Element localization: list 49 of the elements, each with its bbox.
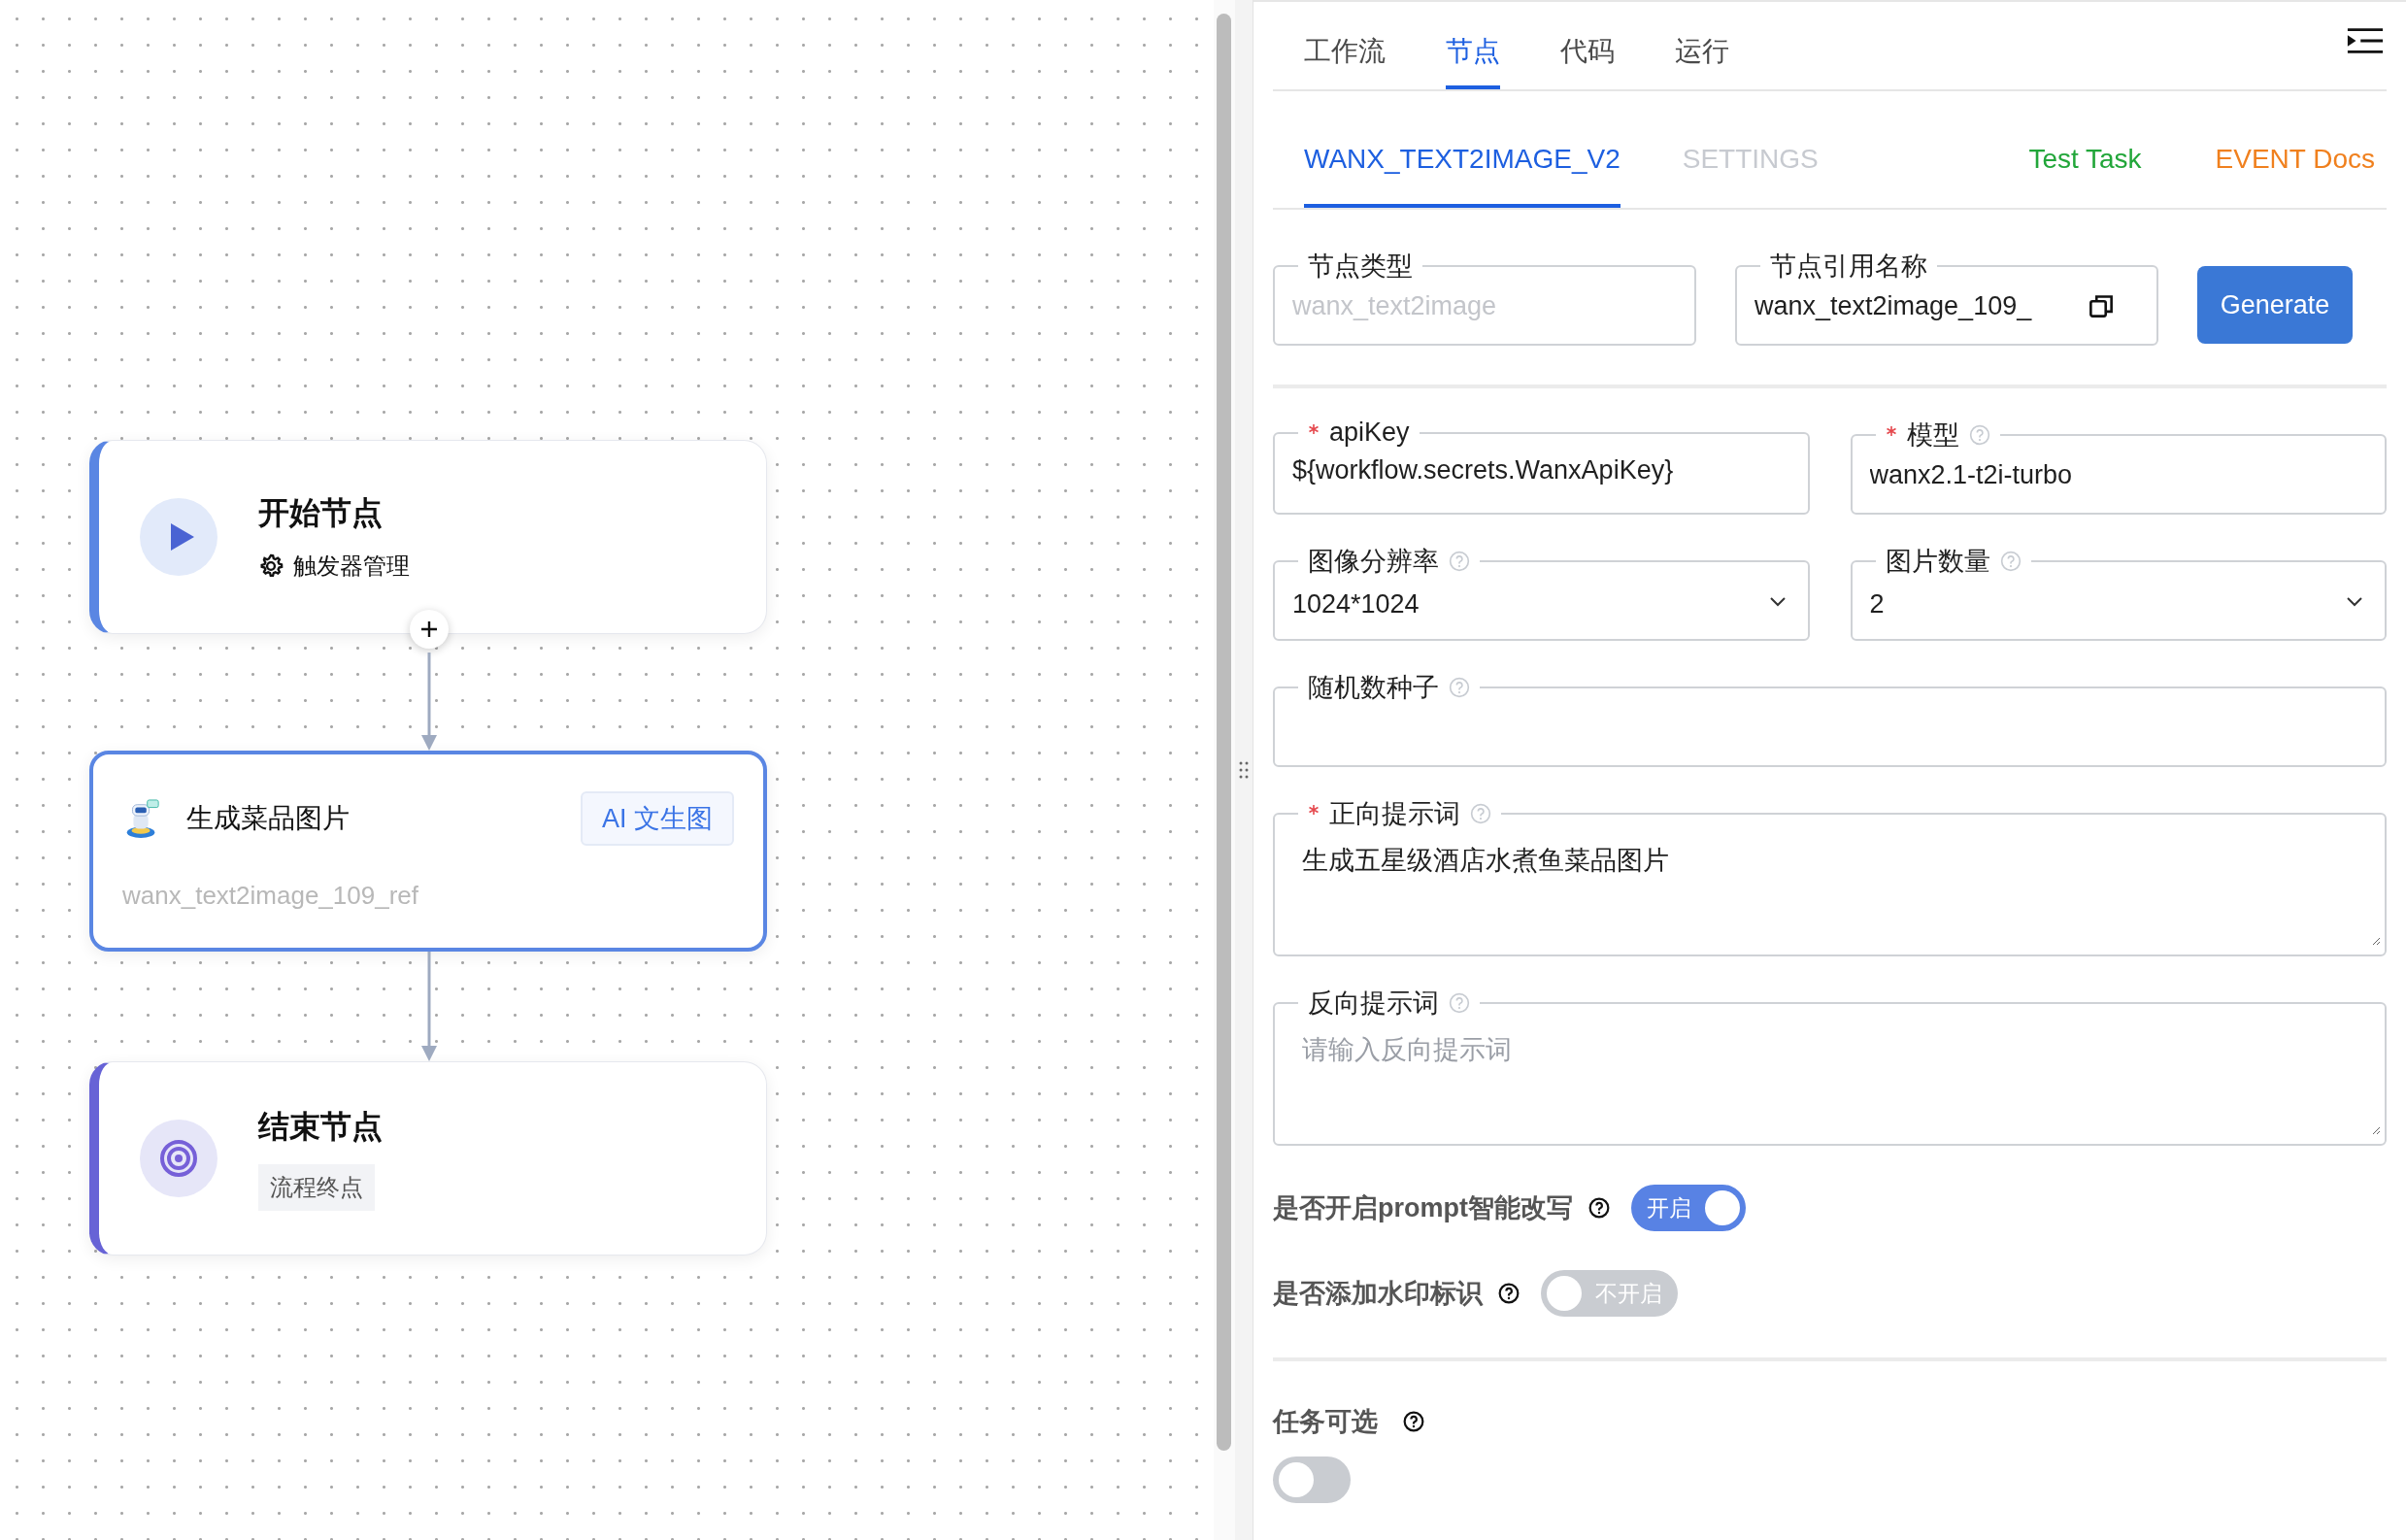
tab[interactable]: 代码 (1560, 10, 1615, 89)
chevron-down-icon (1768, 595, 1787, 607)
scrollbar[interactable] (1217, 14, 1231, 1451)
text-input[interactable]: wanx2.1-t2i-turbo (1869, 459, 2367, 490)
field-label: 反向提示词 (1308, 988, 1439, 1020)
node-card[interactable]: 生成菜品图片 AI 文生图 wanx_text2image_109_ref (89, 751, 767, 952)
node-reference: wanx_text2image_109_ref (122, 881, 419, 911)
text-input[interactable]: wanx_text2image_109_ (1754, 290, 2073, 321)
node-title: 生成菜品图片 (186, 802, 351, 835)
add-node-button[interactable] (410, 610, 449, 649)
generate-button[interactable]: Generate (2197, 266, 2353, 344)
gear-icon (258, 553, 284, 579)
drag-handle-icon[interactable] (1239, 760, 1249, 780)
tab[interactable]: 运行 (1675, 10, 1729, 89)
node-badge: 流程终点 (258, 1164, 375, 1211)
field-label: 图像分辨率 (1308, 546, 1439, 578)
chevron-down-icon (2346, 595, 2363, 607)
toggle-switch[interactable] (1273, 1456, 1351, 1503)
field-label: 图片数量 (1885, 546, 1990, 578)
switch-label: 是否开启prompt智能改写 (1273, 1192, 1573, 1224)
field-label: 随机数种子 (1308, 672, 1439, 704)
field-label: apiKey (1329, 418, 1410, 448)
node-title: 结束节点 (258, 1108, 383, 1146)
help-icon[interactable] (1403, 1411, 1424, 1432)
text-input[interactable]: ${workflow.secrets.WanxApiKey} (1292, 454, 1790, 485)
node-action-text[interactable]: 触发器管理 (293, 551, 410, 582)
field-label: 模型 (1906, 419, 1959, 452)
collapse-panel-icon[interactable] (2346, 25, 2385, 56)
required-icon (1885, 425, 1897, 437)
node-card[interactable]: 结束节点 流程终点 (89, 1061, 767, 1255)
plus-icon (419, 619, 439, 639)
target-icon (159, 1139, 198, 1178)
node-tag: AI 文生图 (581, 791, 734, 846)
copy-icon[interactable] (2089, 293, 2114, 318)
field-label: 节点引用名称 (1770, 251, 1927, 283)
required-icon (1308, 804, 1320, 816)
required-icon (1308, 422, 1320, 435)
node-card[interactable]: 开始节点 触发器管理 (89, 440, 767, 634)
help-icon[interactable] (1588, 1197, 1610, 1219)
tab[interactable]: WANX_TEXT2IMAGE_V2 (1304, 91, 1621, 208)
tab[interactable]: 节点 (1446, 10, 1500, 89)
field-label: 节点类型 (1308, 251, 1413, 283)
node-title: 开始节点 (258, 494, 383, 532)
help-icon[interactable] (1498, 1283, 1520, 1304)
toggle-switch[interactable]: 开启 (1631, 1185, 1746, 1231)
switch-label: 任务可选 (1273, 1406, 1378, 1438)
field-label: 正向提示词 (1329, 798, 1460, 830)
switch-label: 是否添加水印标识 (1273, 1278, 1483, 1310)
tab[interactable]: 工作流 (1304, 10, 1386, 89)
